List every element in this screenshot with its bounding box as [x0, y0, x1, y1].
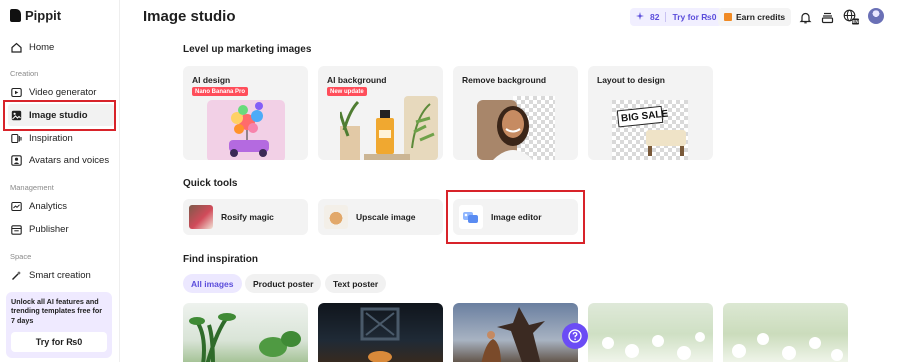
- inspiration-card[interactable]: [183, 303, 308, 362]
- card-title: Layout to design: [597, 75, 665, 85]
- section-title-level-up: Level up marketing images: [183, 44, 312, 55]
- avatar[interactable]: [868, 8, 884, 24]
- sidebar-item-inspiration[interactable]: Inspiration: [8, 127, 114, 149]
- inbox-icon[interactable]: [819, 9, 835, 25]
- tab-all-images[interactable]: All images: [183, 274, 242, 293]
- section-label-management: Management: [10, 183, 54, 192]
- plants-image: [189, 313, 301, 362]
- brand-name: Pippit: [25, 8, 62, 23]
- credits-count: 82: [650, 12, 660, 22]
- svg-text:EN: EN: [852, 19, 858, 24]
- rosify-thumbnail: [189, 205, 213, 229]
- card-ai-background[interactable]: AI background New update: [318, 66, 443, 160]
- upgrade-card: Unlock all AI features and trending temp…: [6, 292, 112, 358]
- section-title-quick-tools: Quick tools: [183, 178, 238, 189]
- sidebar-item-publisher[interactable]: Publisher: [8, 218, 114, 240]
- earn-credits-button[interactable]: Earn credits: [718, 8, 792, 26]
- layout-to-design-illustration: [612, 100, 688, 160]
- pippit-logo-icon: [10, 9, 21, 22]
- tool-label: Rosify magic: [221, 212, 274, 222]
- app-root: Pippit Home Creation Video generator Ima…: [0, 0, 904, 362]
- sidebar-item-label: Analytics: [29, 200, 68, 212]
- flowers-image: [732, 333, 843, 361]
- section-label-creation: Creation: [10, 69, 39, 78]
- try-label[interactable]: Try for ₨0: [672, 12, 716, 22]
- sidebar-item-label: Smart creation: [29, 269, 91, 281]
- sidebar-item-label: Home: [29, 41, 55, 53]
- ai-design-illustration: [207, 100, 285, 160]
- card-title: AI background: [327, 75, 387, 85]
- card-ai-design[interactable]: AI design Nano Banana Pro: [183, 66, 308, 160]
- credits-divider: [665, 12, 667, 22]
- badge: New update: [327, 87, 367, 96]
- magic-wand-icon: [11, 270, 22, 281]
- try-free-button[interactable]: Try for ₨0: [11, 332, 107, 352]
- tool-rosify-magic[interactable]: Rosify magic: [183, 199, 308, 235]
- analytics-icon: [11, 201, 22, 212]
- lamp-image: [360, 307, 400, 362]
- sidebar-item-analytics[interactable]: Analytics: [8, 195, 114, 217]
- upgrade-text: Unlock all AI features and trending temp…: [11, 297, 103, 325]
- card-remove-background[interactable]: Remove background: [453, 66, 578, 160]
- pippit-logo[interactable]: Pippit: [10, 8, 61, 23]
- upscale-thumbnail: [324, 205, 348, 229]
- globe-language-icon[interactable]: EN: [843, 9, 859, 25]
- tab-text-poster[interactable]: Text poster: [325, 274, 387, 293]
- sidebar: Pippit Home Creation Video generator Ima…: [0, 0, 120, 362]
- card-title: AI design: [192, 75, 231, 85]
- inspiration-card[interactable]: [318, 303, 443, 362]
- help-button[interactable]: [562, 323, 588, 349]
- inspiration-card[interactable]: [723, 303, 848, 362]
- earn-credits-label: Earn credits: [736, 12, 786, 22]
- credits-pill[interactable]: 82 Try for ₨0: [630, 8, 723, 26]
- ai-background-illustration: [340, 96, 438, 160]
- home-icon: [11, 42, 22, 53]
- inspiration-icon: [11, 133, 22, 144]
- sidebar-item-label: Publisher: [29, 223, 69, 235]
- sidebar-item-label: Inspiration: [29, 132, 73, 144]
- avatar-voice-icon: [11, 154, 22, 166]
- card-layout-to-design[interactable]: Layout to design BIG SALE: [588, 66, 713, 160]
- gift-icon: [724, 13, 732, 21]
- section-title-find-inspiration: Find inspiration: [183, 254, 258, 265]
- tab-product-poster[interactable]: Product poster: [245, 274, 322, 293]
- sidebar-item-label: Video generator: [29, 86, 97, 98]
- sidebar-item-home[interactable]: Home: [8, 36, 114, 58]
- inspiration-card[interactable]: [588, 303, 713, 362]
- tool-upscale-image[interactable]: Upscale image: [318, 199, 443, 235]
- remove-background-illustration: [477, 96, 555, 160]
- inspiration-card[interactable]: [453, 303, 578, 362]
- flowers-image: [602, 332, 705, 360]
- question-mark-icon: [568, 329, 582, 343]
- highlight-box-image-editor: [446, 190, 585, 244]
- calendar-icon: [11, 224, 22, 235]
- video-icon: [11, 87, 22, 98]
- bell-icon[interactable]: [797, 9, 813, 25]
- sidebar-item-smart-creation[interactable]: Smart creation: [8, 264, 114, 286]
- page-title: Image studio: [143, 8, 236, 25]
- fantasy-image: [481, 307, 545, 362]
- sidebar-item-avatars-voices[interactable]: Avatars and voices: [8, 149, 114, 171]
- sparkle-icon: [636, 12, 644, 22]
- sidebar-item-label: Avatars and voices: [29, 154, 110, 166]
- card-title: Remove background: [462, 75, 547, 85]
- section-label-space: Space: [10, 252, 32, 261]
- tool-label: Upscale image: [356, 212, 416, 222]
- badge: Nano Banana Pro: [192, 87, 249, 96]
